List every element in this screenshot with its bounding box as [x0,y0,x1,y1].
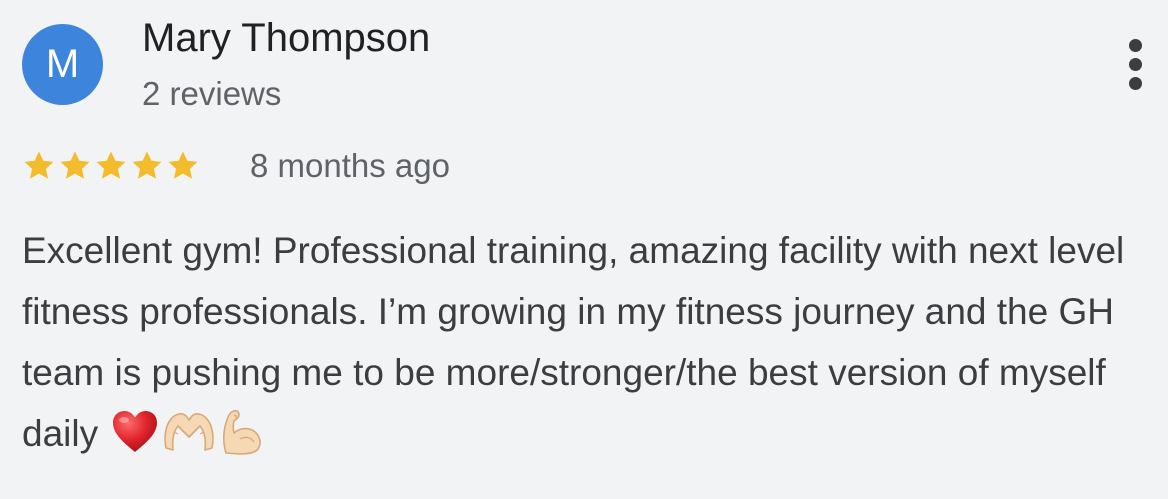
star-icon [132,151,162,179]
flexed-biceps-emoji [220,409,264,456]
reviewer-avatar[interactable]: M [22,24,103,105]
star-rating [22,146,202,186]
review-date: 8 months ago [250,147,450,184]
star-icon [24,151,54,179]
more-options-button[interactable] [1119,34,1153,96]
star-icon [60,151,90,179]
more-vert-icon-dot-bottom [1129,77,1142,90]
reviewer-review-count: 2 reviews [142,75,282,112]
more-vert-icon-dot-middle [1129,58,1142,71]
review-text: Excellent gym! Professional training, am… [22,220,1152,464]
star-icon [96,151,126,179]
more-vert-icon-dot-top [1129,39,1142,52]
red-heart-emoji [112,410,158,454]
star-icon [168,151,198,179]
reviewer-name[interactable]: Mary Thompson [142,14,430,62]
heart-hands-emoji [162,410,216,454]
avatar-initial: M [45,42,80,86]
